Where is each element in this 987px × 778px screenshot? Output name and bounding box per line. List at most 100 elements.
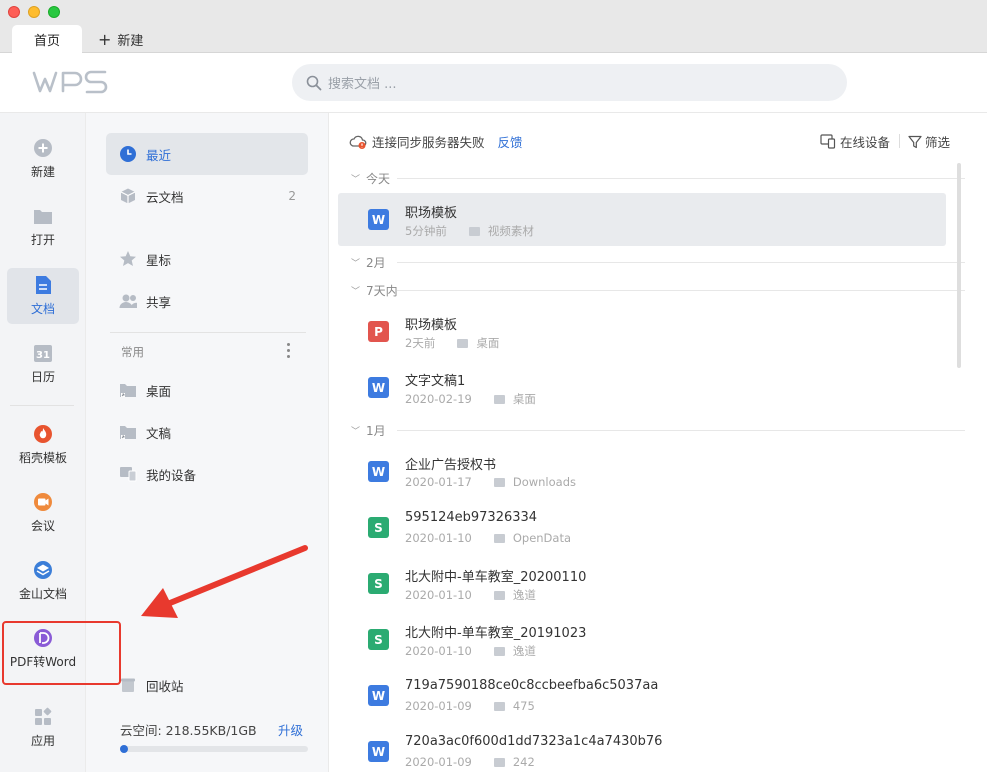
svg-text:31: 31: [36, 350, 50, 361]
location-folder-icon: [457, 338, 469, 348]
file-name: 595124eb97326334: [405, 510, 538, 525]
writer-doc-icon: W: [368, 741, 389, 762]
nav-meeting[interactable]: 会议: [7, 485, 79, 541]
mid-recent[interactable]: 最近: [106, 133, 308, 175]
sync-status: 连接同步服务器失败 反馈: [349, 132, 523, 151]
sheet-doc-icon: S: [368, 517, 389, 538]
mid-recycle-bin[interactable]: 回收站: [106, 664, 308, 706]
mid-documents-folder[interactable]: 文稿: [106, 411, 308, 453]
search-placeholder: 搜索文档 ...: [328, 77, 397, 92]
annotation-highlight-box: [2, 621, 121, 685]
chevron-down-icon: ﹀: [351, 427, 361, 437]
online-devices-button[interactable]: 在线设备: [820, 132, 890, 151]
location-folder-icon: [493, 394, 505, 404]
apps-grid-icon: [33, 707, 53, 727]
shortcut-folder-icon: [119, 423, 137, 441]
chevron-down-icon: ﹀: [351, 287, 361, 297]
group-header-today[interactable]: ﹀ 今天: [351, 170, 971, 187]
file-time: 2020-01-10: [405, 531, 472, 545]
file-row[interactable]: W 720a3ac0f600d1dd7323a1c4a7430b76 2020-…: [338, 725, 946, 778]
file-row[interactable]: P 职场模板 2天前 桌面: [338, 305, 946, 358]
file-row[interactable]: W 职场模板 5分钟前 视频素材: [338, 193, 946, 246]
feedback-link[interactable]: 反馈: [498, 132, 523, 151]
sheet-doc-icon: S: [368, 629, 389, 650]
location-folder-icon: [493, 533, 505, 543]
calendar-icon: 31: [33, 343, 53, 363]
group-header-jan[interactable]: ﹀ 1月: [351, 422, 971, 439]
nav-documents[interactable]: 文档: [7, 268, 79, 324]
common-section-header: 常用: [121, 345, 144, 359]
nav-new-label: 新建: [30, 165, 55, 179]
group-header-7days[interactable]: ﹀ 7天内: [351, 282, 971, 299]
nav-templates[interactable]: 稻壳模板: [7, 417, 79, 473]
nav-meeting-label: 会议: [30, 519, 55, 533]
nav-open[interactable]: 打开: [7, 199, 79, 255]
file-row[interactable]: S 北大附中-单车教室_20191023 2020-01-10 逸道: [338, 613, 946, 666]
common-more-button[interactable]: [282, 341, 294, 359]
cloud-space-fill: [120, 745, 128, 753]
writer-doc-icon: W: [368, 461, 389, 482]
nav-calendar-label: 日历: [30, 370, 55, 384]
file-name: 719a7590188ce0c8ccbeefba6c5037aa: [405, 678, 659, 693]
cube-icon: [119, 187, 137, 205]
group-divider: [397, 262, 965, 263]
close-window-button[interactable]: [8, 6, 20, 18]
group-divider: [397, 290, 965, 291]
file-row[interactable]: W 企业广告授权书 2020-01-17 Downloads: [338, 445, 946, 498]
file-time: 5分钟前: [405, 224, 447, 238]
tab-home[interactable]: 首页: [12, 25, 82, 53]
writer-doc-icon: W: [368, 685, 389, 706]
nav-apps[interactable]: 应用: [7, 700, 79, 756]
video-icon: [33, 492, 53, 512]
location-folder-icon: [493, 757, 505, 767]
writer-doc-icon: W: [368, 377, 389, 398]
mid-desktop-label: 桌面: [146, 383, 172, 399]
file-row[interactable]: W 719a7590188ce0c8ccbeefba6c5037aa 2020-…: [338, 669, 946, 722]
location-folder-icon: [493, 590, 505, 600]
mid-desktop[interactable]: 桌面: [106, 369, 308, 411]
nav-new[interactable]: 新建: [7, 131, 79, 187]
upgrade-link[interactable]: 升级: [278, 720, 303, 739]
nav-calendar[interactable]: 31 日历: [7, 336, 79, 392]
group-header-feb[interactable]: ﹀ 2月: [351, 254, 971, 271]
filter-icon: [908, 135, 922, 148]
mid-recent-label: 最近: [146, 147, 172, 163]
new-tab-button[interactable]: + 新建: [98, 30, 143, 49]
document-icon: [33, 275, 53, 295]
group-label: 2月: [366, 256, 386, 270]
file-row[interactable]: W 文字文稿1 2020-02-19 桌面: [338, 361, 946, 414]
location-folder-icon: [493, 701, 505, 711]
clock-icon: [119, 145, 137, 163]
mid-shared[interactable]: 共享: [106, 280, 308, 322]
file-location: 逸道: [512, 644, 536, 658]
file-time: 2020-01-09: [405, 699, 472, 713]
cloud-error-icon: [349, 135, 367, 149]
file-list-scrollbar[interactable]: [957, 163, 961, 368]
file-time: 2020-01-17: [405, 475, 472, 489]
file-row[interactable]: S 北大附中-单车教室_20200110 2020-01-10 逸道: [338, 557, 946, 610]
mid-starred[interactable]: 星标: [106, 238, 308, 280]
layers-icon: [33, 560, 53, 580]
minimize-window-button[interactable]: [28, 6, 40, 18]
file-row[interactable]: S 595124eb97326334 2020-01-10 OpenData: [338, 501, 946, 554]
group-divider: [397, 178, 965, 179]
cloud-docs-count: 2: [288, 189, 296, 203]
nav-kdocs[interactable]: 金山文档: [7, 553, 79, 609]
group-label: 1月: [366, 424, 386, 438]
dot-icon: [286, 342, 290, 346]
file-name: 北大附中-单车教室_20200110: [405, 570, 587, 585]
file-name: 720a3ac0f600d1dd7323a1c4a7430b76: [405, 734, 663, 749]
mid-recycle-bin-label: 回收站: [146, 678, 184, 694]
file-time: 2020-01-10: [405, 644, 472, 658]
group-label: 今天: [366, 172, 391, 186]
maximize-window-button[interactable]: [48, 6, 60, 18]
file-meta: 2020-01-17 Downloads: [405, 475, 576, 489]
online-devices-label: 在线设备: [840, 135, 891, 150]
location-folder-icon: [468, 226, 480, 236]
mid-cloud-docs[interactable]: 云文档 2: [106, 175, 308, 217]
mid-my-devices-label: 我的设备: [146, 467, 197, 483]
recent-files-panel: 连接同步服务器失败 反馈 在线设备 筛选 ﹀ 今天 W 职场模板 5分钟前 视频素…: [329, 113, 987, 772]
mid-my-devices[interactable]: 我的设备: [106, 453, 308, 495]
search-input[interactable]: 搜索文档 ...: [292, 64, 847, 101]
filter-button[interactable]: 筛选: [908, 132, 950, 151]
